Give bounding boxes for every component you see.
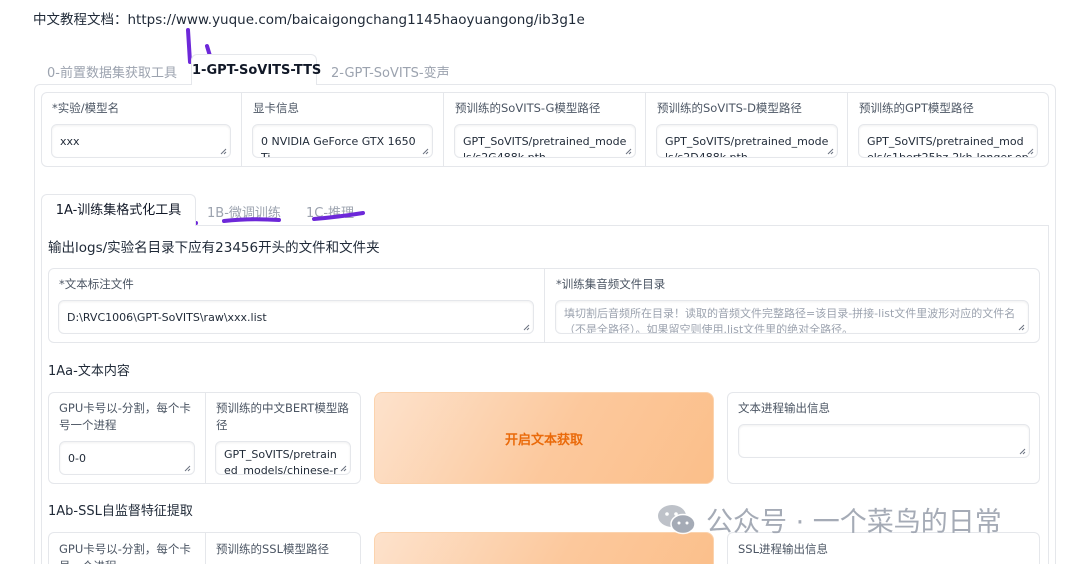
resize-handle-icon[interactable]: [1026, 147, 1034, 155]
wechat-icon: [658, 504, 696, 534]
audio-dir-label: *训练集音频文件目录: [556, 277, 666, 291]
sovits-g-path-label: 预训练的SoVITS-G模型路径: [455, 101, 601, 115]
text-label-file-input[interactable]: D:\RVC1006\GPT-SoVITS\raw\xxx.list: [58, 300, 534, 334]
highlight-marker: [312, 211, 365, 221]
divider: [205, 393, 206, 483]
ssl-gpu-ids-label: GPU卡号以-分割，每个卡号一个进程: [59, 542, 191, 564]
tab-voice-conversion[interactable]: 2-GPT-SoVITS-变声: [331, 62, 450, 81]
gpt-path-input[interactable]: GPT_SoVITS/pretrained_models/s1bert25hz-…: [858, 124, 1038, 158]
text-label-file-label: *文本标注文件: [59, 277, 134, 291]
section-1aa-title: 1Aa-文本内容: [48, 364, 130, 379]
divider: [645, 93, 646, 166]
watermark-text: 公众号 · 一个菜鸟的日常: [706, 507, 1002, 538]
divider: [241, 93, 242, 166]
doc-link-line: 中文教程文档：https://www.yuque.com/baicaigongc…: [33, 8, 585, 28]
experiment-name-label: *实验/模型名: [52, 101, 120, 115]
gpu-ids-label: GPU卡号以-分割，每个卡号一个进程: [59, 401, 191, 432]
divider: [443, 93, 444, 166]
divider: [847, 93, 848, 166]
tab-dataset-tools[interactable]: 0-前置数据集获取工具: [47, 62, 177, 81]
resize-handle-icon[interactable]: [421, 147, 429, 155]
tab-gpt-sovits-tts[interactable]: 1-GPT-SoVITS-TTS: [191, 54, 321, 85]
start-text-extraction-button[interactable]: 开启文本获取: [374, 392, 714, 484]
sovits-d-path-input[interactable]: GPT_SoVITS/pretrained_models/s2D488k.pth: [656, 124, 838, 158]
sovits-d-path-label: 预训练的SoVITS-D模型路径: [657, 101, 802, 115]
resize-handle-icon[interactable]: [339, 464, 347, 472]
gpu-info-input[interactable]: 0 NVIDIA GeForce GTX 1650 Ti: [252, 124, 433, 158]
gpu-info-label: 显卡信息: [253, 101, 299, 115]
bert-path-input[interactable]: GPT_SoVITS/pretrained_models/chinese-rob…: [215, 441, 351, 475]
gpt-path-label: 预训练的GPT模型路径: [859, 101, 974, 115]
resize-handle-icon[interactable]: [522, 323, 530, 331]
watermark: 公众号 · 一个菜鸟的日常: [656, 500, 1002, 539]
divider: [205, 533, 206, 564]
doc-label: 中文教程文档：: [33, 12, 128, 28]
text-output-box[interactable]: [738, 424, 1030, 458]
experiment-name-input[interactable]: xxx: [51, 124, 231, 158]
resize-handle-icon[interactable]: [826, 147, 834, 155]
start-text-extraction-label: 开启文本获取: [504, 432, 583, 448]
bert-path-label: 预训练的中文BERT模型路径: [216, 401, 349, 432]
text-output-label: 文本进程输出信息: [738, 401, 830, 415]
resize-handle-icon[interactable]: [183, 464, 191, 472]
gpu-ids-input[interactable]: 0-0: [59, 441, 195, 475]
sovits-g-path-input[interactable]: GPT_SoVITS/pretrained_models/s2G488k.pth: [454, 124, 636, 158]
highlight-marker: [222, 217, 281, 223]
section-1ab-title: 1Ab-SSL自监督特征提取: [48, 504, 193, 519]
audio-dir-input[interactable]: 填切割后音频所在目录！读取的音频文件完整路径=该目录-拼接-list文件里波形对…: [555, 300, 1029, 334]
resize-handle-icon[interactable]: [624, 147, 632, 155]
ssl-output-label: SSL进程输出信息: [738, 542, 829, 556]
tab-1a-dataset-format[interactable]: 1A-训练集格式化工具: [41, 194, 196, 226]
output-note: 输出logs/实验名目录下应有23456开头的文件和文件夹: [48, 240, 380, 256]
ssl-model-path-label: 预训练的SSL模型路径: [216, 542, 330, 556]
resize-handle-icon[interactable]: [1017, 323, 1025, 331]
resize-handle-icon[interactable]: [1018, 447, 1026, 455]
resize-handle-icon[interactable]: [219, 147, 227, 155]
divider: [544, 269, 545, 342]
